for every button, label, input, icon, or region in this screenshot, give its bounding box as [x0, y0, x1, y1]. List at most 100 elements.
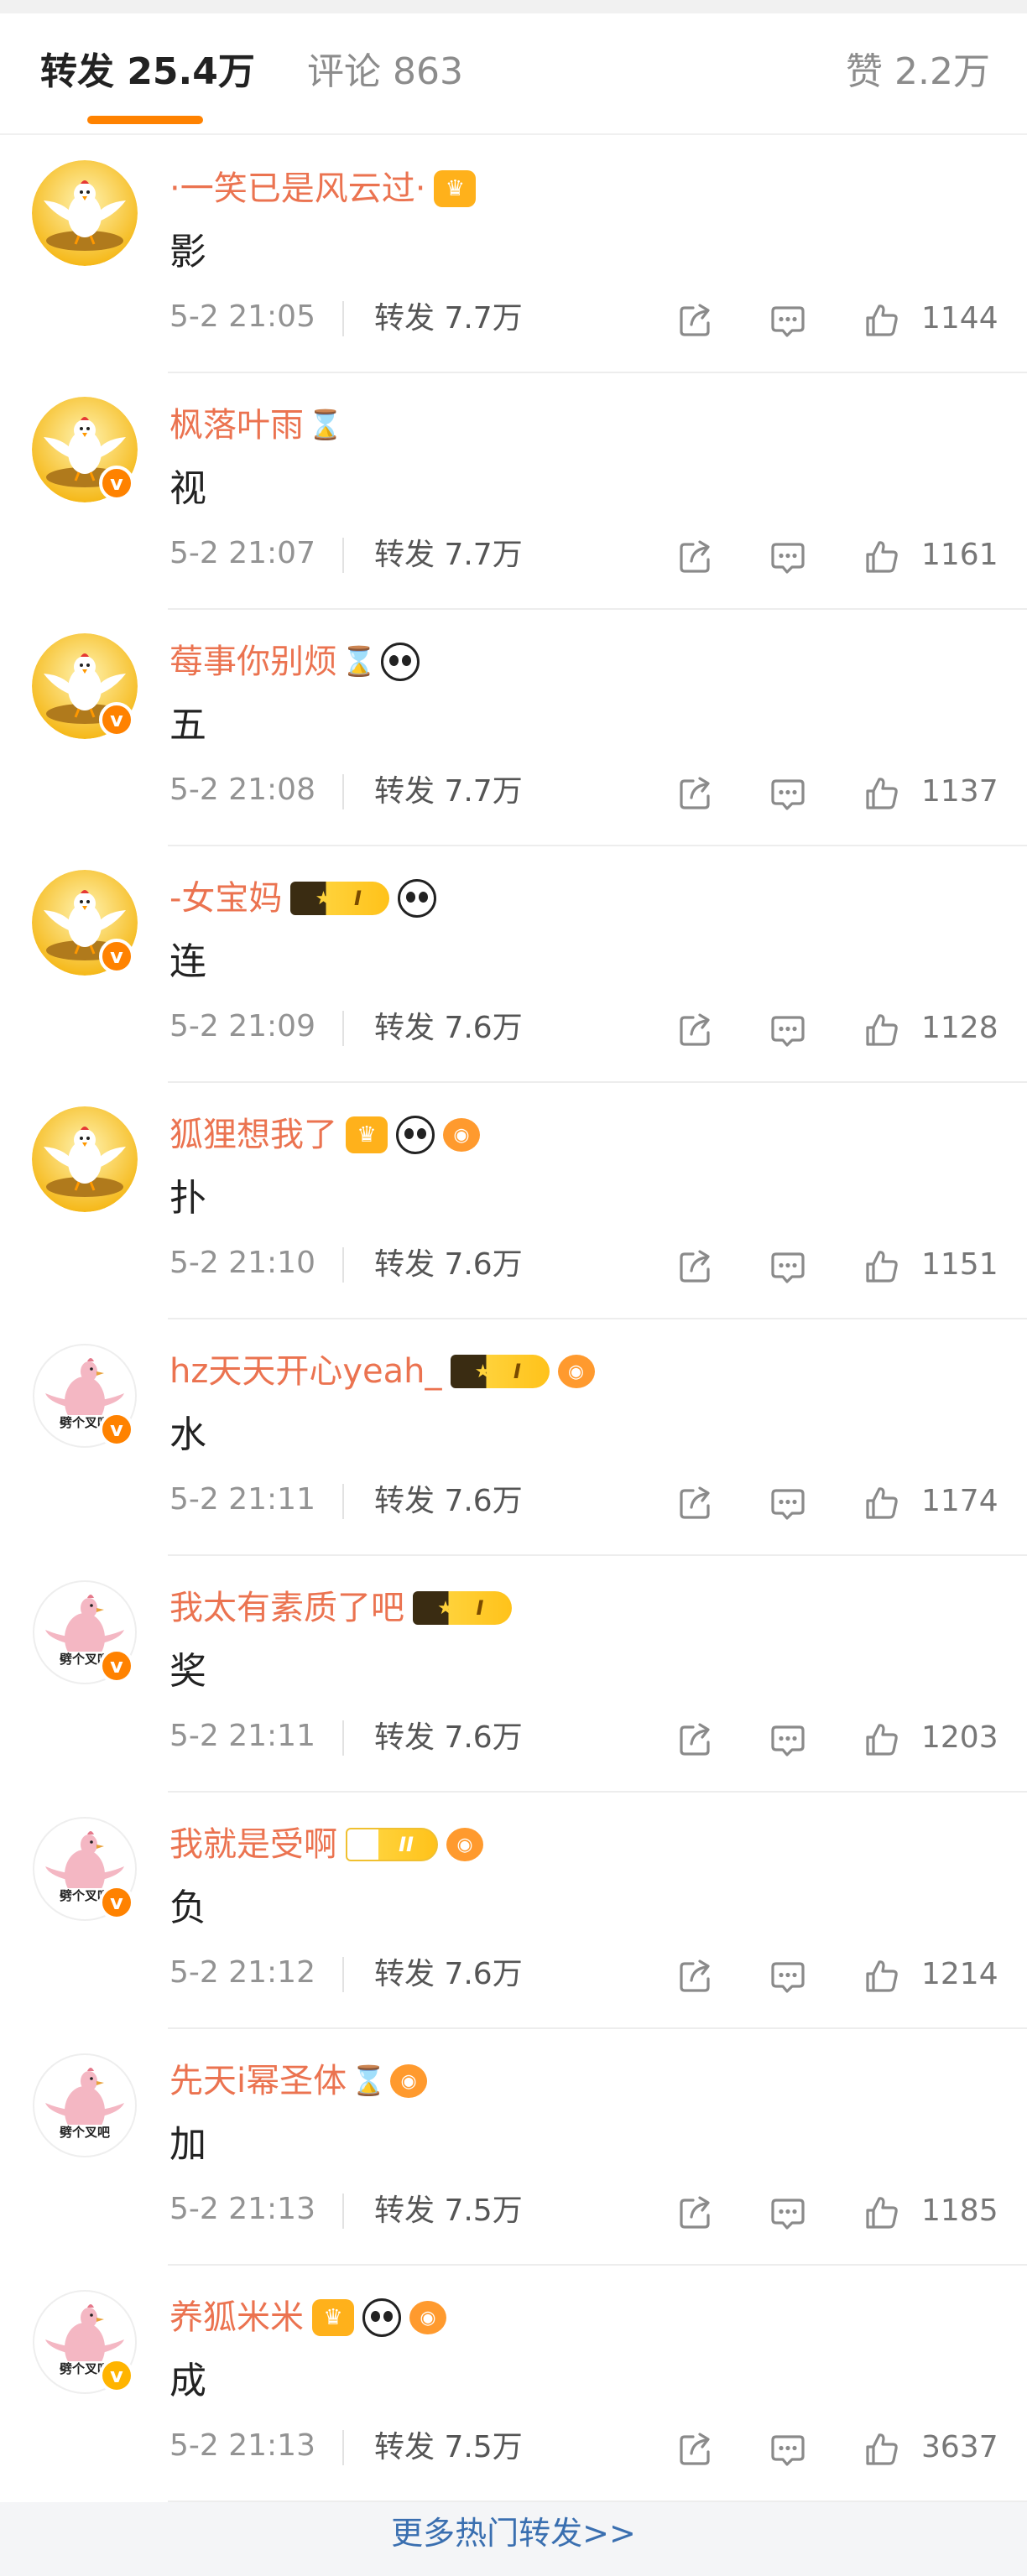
tab-comments[interactable]: 评论 863	[307, 49, 463, 96]
avatar[interactable]	[32, 1106, 138, 1212]
comment-icon[interactable]	[769, 1484, 807, 1522]
user-name-row: 我就是受啊 II ◉	[169, 1823, 483, 1866]
like-count: 1174	[921, 1484, 998, 1518]
share-icon[interactable]	[676, 774, 715, 813]
repost-content: 连	[169, 940, 206, 983]
verified-icon: v	[99, 466, 134, 501]
user-name[interactable]: 狐狸想我了	[169, 1113, 337, 1157]
repost-count: 转发 7.6万	[374, 1720, 523, 1755]
repost-content: 视	[169, 467, 206, 510]
share-icon[interactable]	[676, 1720, 715, 1759]
like-icon[interactable]	[863, 1484, 901, 1522]
like-icon[interactable]	[863, 538, 901, 576]
repost-item: ·一笑已是风云过· ♛ 影 5-2 21:05 转发 7.7万 1144	[0, 137, 1027, 373]
like-count: 1161	[921, 538, 998, 572]
fish-icon: ◉	[409, 2301, 446, 2334]
like-icon[interactable]	[863, 1720, 901, 1759]
divider	[342, 1011, 344, 1046]
like-icon[interactable]	[863, 2194, 901, 2232]
timestamp: 5-2 21:11	[169, 1482, 315, 1517]
repost-count: 转发 7.5万	[374, 2430, 523, 2464]
repost-count: 转发 7.7万	[374, 774, 523, 809]
hourglass-icon: ⌛	[341, 645, 378, 679]
comment-icon[interactable]	[769, 1247, 807, 1286]
user-name-row: 枫落叶雨 ⌛	[169, 403, 344, 447]
user-name-row: 狐狸想我了 ♛ ◉	[169, 1113, 480, 1157]
vip-level-badge: I	[450, 1355, 550, 1388]
verified-icon: v	[99, 702, 134, 737]
user-name[interactable]: 我就是受啊	[169, 1823, 337, 1866]
tab-likes[interactable]: 赞 2.2万	[846, 49, 990, 96]
fish-icon: ◉	[557, 1355, 595, 1388]
repost-item: v 莓事你别烦 ⌛ 五 5-2 21:08 转发 7.7万 1137	[0, 610, 1027, 846]
fish-icon: ◉	[443, 1118, 480, 1152]
user-name[interactable]: 我太有素质了吧	[169, 1586, 404, 1630]
timestamp: 5-2 21:12	[169, 1955, 315, 1990]
avatar[interactable]	[32, 160, 138, 266]
verified-icon: v	[99, 939, 134, 974]
bunny-level-badge: II	[346, 1828, 438, 1861]
avatar[interactable]: 劈个叉吧	[32, 2053, 138, 2158]
timestamp: 5-2 21:11	[169, 1719, 315, 1753]
timestamp: 5-2 21:13	[169, 2192, 315, 2226]
comment-icon[interactable]	[769, 1720, 807, 1759]
share-icon[interactable]	[676, 2430, 715, 2469]
timestamp: 5-2 21:08	[169, 773, 315, 807]
share-icon[interactable]	[676, 2194, 715, 2232]
vip-level-badge: I	[413, 1591, 512, 1625]
panda-icon	[398, 879, 437, 918]
user-name-row: 先天i幂圣体 ⌛ ◉	[169, 2059, 428, 2103]
like-count: 3637	[921, 2430, 998, 2464]
timestamp: 5-2 21:09	[169, 1009, 315, 1043]
svg-text:劈个叉吧: 劈个叉吧	[60, 2125, 110, 2140]
user-name[interactable]: ·一笑已是风云过·	[169, 167, 425, 211]
like-icon[interactable]	[863, 1247, 901, 1286]
comment-icon[interactable]	[769, 1011, 807, 1049]
like-icon[interactable]	[863, 301, 901, 340]
repost-count: 转发 7.6万	[374, 1484, 523, 1518]
verified-icon: v	[99, 1412, 134, 1447]
crown-icon: ♛	[312, 2299, 354, 2336]
comment-icon[interactable]	[769, 2430, 807, 2469]
share-icon[interactable]	[676, 538, 715, 576]
user-name[interactable]: 枫落叶雨	[169, 403, 304, 447]
repost-item: 劈个叉吧 先天i幂圣体 ⌛ ◉ 加 5-2 21:13 转发 7.5万 1185	[0, 2029, 1027, 2266]
user-name[interactable]: hz天天开心yeah_	[169, 1350, 442, 1393]
comment-icon[interactable]	[769, 1957, 807, 1996]
user-name[interactable]: 莓事你别烦	[169, 640, 337, 684]
divider	[342, 1247, 344, 1283]
user-name[interactable]: 养狐米米	[169, 2296, 304, 2339]
hourglass-icon: ⌛	[350, 2064, 387, 2098]
share-icon[interactable]	[676, 1011, 715, 1049]
verified-icon: v	[99, 1648, 134, 1684]
top-status-strip	[0, 0, 1027, 13]
repost-item: 狐狸想我了 ♛ ◉ 扑 5-2 21:10 转发 7.6万 1151	[0, 1083, 1027, 1319]
comment-icon[interactable]	[769, 538, 807, 576]
comment-icon[interactable]	[769, 301, 807, 340]
panda-icon	[381, 643, 420, 681]
share-icon[interactable]	[676, 301, 715, 340]
comment-icon[interactable]	[769, 774, 807, 813]
user-name[interactable]: 先天i幂圣体	[169, 2059, 347, 2103]
user-name[interactable]: -女宝妈	[169, 877, 282, 920]
like-icon[interactable]	[863, 1011, 901, 1049]
share-icon[interactable]	[676, 1247, 715, 1286]
divider	[342, 774, 344, 809]
user-name-row: -女宝妈 I	[169, 877, 437, 920]
like-icon[interactable]	[863, 2430, 901, 2469]
comment-icon[interactable]	[769, 2194, 807, 2232]
user-name-row: 我太有素质了吧 I	[169, 1586, 512, 1630]
user-name-row: hz天天开心yeah_ I◉	[169, 1350, 595, 1393]
share-icon[interactable]	[676, 1957, 715, 1996]
timestamp: 5-2 21:13	[169, 2428, 315, 2463]
more-hot-reposts-link[interactable]: 更多热门转发>>	[391, 2515, 636, 2552]
hourglass-icon: ⌛	[307, 409, 344, 442]
verified-icon: v	[99, 1885, 134, 1920]
repost-item: 劈个叉吧 v hz天天开心yeah_ I◉ 水 5-2 21:11 转发 7.6…	[0, 1319, 1027, 1556]
user-name-row: ·一笑已是风云过· ♛	[169, 167, 477, 211]
tab-reposts[interactable]: 转发 25.4万	[40, 49, 255, 96]
active-tab-indicator	[87, 116, 203, 124]
share-icon[interactable]	[676, 1484, 715, 1522]
like-icon[interactable]	[863, 1957, 901, 1996]
like-icon[interactable]	[863, 774, 901, 813]
